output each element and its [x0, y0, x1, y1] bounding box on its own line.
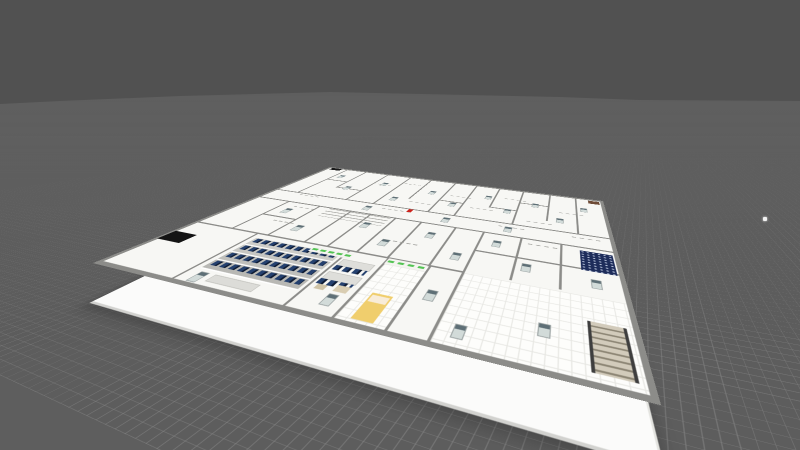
- wall-cabinet: [449, 252, 462, 261]
- door-swing-dashes: [393, 241, 418, 246]
- storage-box-1: [332, 285, 351, 294]
- door-swing-dashes: [505, 198, 527, 201]
- wall-segment: [453, 186, 477, 215]
- wall-cabinet: [580, 208, 588, 213]
- brown-crate: [588, 201, 600, 205]
- wall-cabinet: [376, 239, 391, 247]
- door-swing-dashes: [528, 243, 557, 248]
- wall-cabinet: [289, 225, 305, 232]
- black-equipment: [329, 168, 342, 171]
- door-swing-dashes: [526, 221, 551, 225]
- wall-cabinet: [447, 202, 457, 207]
- wall-cabinet: [520, 263, 531, 273]
- door-swing-dashes: [559, 212, 583, 216]
- wall-segment: [511, 192, 524, 224]
- door-swing-dashes: [470, 207, 493, 211]
- wall-cabinet: [422, 289, 439, 302]
- wall-cabinet: [388, 197, 399, 201]
- wall-cabinet: [361, 205, 373, 210]
- wall-segment: [546, 195, 551, 221]
- wall-cabinet: [531, 203, 539, 208]
- cursor-dot: [763, 217, 767, 221]
- wall-cabinet: [279, 208, 294, 213]
- wall-cabinet: [556, 218, 564, 224]
- storage-box-2: [313, 283, 328, 290]
- wall-segment: [326, 179, 347, 182]
- wall-cabinet: [428, 191, 437, 195]
- wall-cabinet: [591, 279, 603, 290]
- wall-cabinet: [484, 196, 492, 200]
- wall-segment: [575, 199, 579, 234]
- wall-cabinet: [336, 175, 346, 178]
- door-swing-dashes: [294, 206, 315, 210]
- wall-cabinet: [503, 226, 513, 232]
- wall-cabinet: [491, 240, 502, 248]
- wall-segment: [261, 213, 296, 219]
- wall-cabinet: [503, 209, 512, 214]
- red-extinguisher-box: [406, 209, 413, 212]
- wall-segment: [232, 201, 291, 228]
- wall-cabinet: [318, 293, 340, 306]
- sky-background: [0, 0, 800, 110]
- door-swing-dashes: [404, 183, 421, 185]
- wall-segment: [387, 222, 423, 258]
- wall-cabinet: [440, 217, 451, 223]
- navy-shelf-unit: [580, 250, 618, 276]
- door-swing-dashes: [409, 201, 430, 204]
- wall-cabinet: [424, 232, 436, 239]
- wall-cabinet: [537, 322, 551, 339]
- wall-segment: [474, 231, 485, 249]
- 3d-viewport[interactable]: [0, 0, 800, 450]
- wall-segment: [427, 184, 456, 212]
- wall-cabinet: [358, 222, 372, 228]
- wall-segment: [559, 244, 563, 290]
